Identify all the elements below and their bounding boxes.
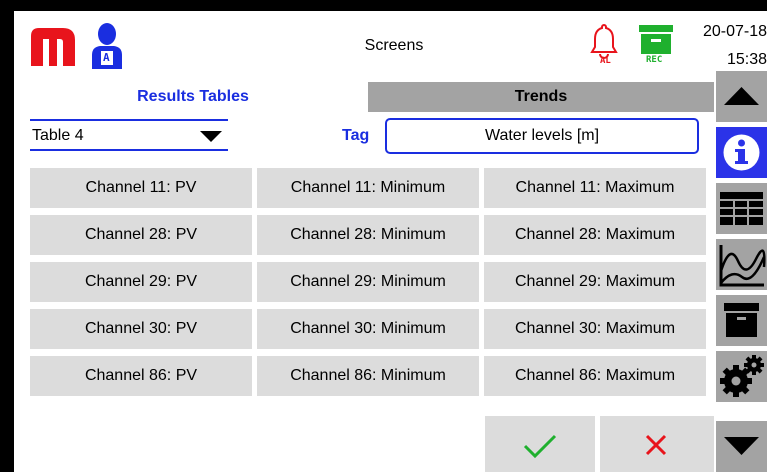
table-view-button[interactable] [716, 183, 767, 234]
trend-view-button[interactable] [716, 239, 767, 290]
tag-input[interactable]: Water levels [m] [385, 118, 699, 154]
tab-trends[interactable]: Trends [368, 82, 714, 112]
grid-cell-ch11-max[interactable]: Channel 11: Maximum [484, 168, 706, 208]
info-icon [723, 134, 760, 171]
archive-icon [724, 303, 759, 337]
record-icon[interactable]: REC [637, 25, 675, 65]
grid-cell-ch86-min[interactable]: Channel 86: Minimum [257, 356, 479, 396]
grid-cell-ch86-max[interactable]: Channel 86: Maximum [484, 356, 706, 396]
grid-cell-ch29-max[interactable]: Channel 29: Maximum [484, 262, 706, 302]
tab-results-tables[interactable]: Results Tables [118, 82, 268, 112]
time-display: 15:38 [726, 51, 767, 68]
grid-cell-ch30-pv[interactable]: Channel 30: PV [30, 309, 252, 349]
table-icon [720, 192, 763, 225]
cancel-button[interactable] [600, 416, 714, 472]
screen: A Screens AL REC 20-07-18 15:38 Results … [14, 11, 767, 472]
table-select-value: Table 4 [32, 127, 84, 144]
grid-cell-ch11-min[interactable]: Channel 11: Minimum [257, 168, 479, 208]
info-button[interactable] [716, 127, 767, 178]
tag-label: Tag [342, 127, 370, 144]
date-display: 20-07-18 [702, 23, 767, 40]
alarm-icon[interactable]: AL [589, 23, 619, 67]
table-select[interactable]: Table 4 [30, 119, 228, 151]
trend-icon [719, 245, 766, 287]
archive-button[interactable] [716, 295, 767, 346]
grid-cell-ch30-min[interactable]: Channel 30: Minimum [257, 309, 479, 349]
alarm-label: AL [600, 56, 611, 66]
scroll-down-icon [724, 437, 759, 455]
grid-cell-ch11-pv[interactable]: Channel 11: PV [30, 168, 252, 208]
grid-cell-ch28-max[interactable]: Channel 28: Maximum [484, 215, 706, 255]
scroll-down-button[interactable] [716, 421, 767, 472]
rec-label: REC [646, 55, 663, 65]
grid-cell-ch28-min[interactable]: Channel 28: Minimum [257, 215, 479, 255]
page-title: Screens [364, 37, 424, 54]
grid-cell-ch86-pv[interactable]: Channel 86: PV [30, 356, 252, 396]
cancel-icon [645, 434, 667, 456]
right-toolbar [716, 71, 767, 472]
user-badge: A [103, 51, 110, 64]
settings-icon [720, 355, 764, 397]
grid-cell-ch30-max[interactable]: Channel 30: Maximum [484, 309, 706, 349]
scroll-up-button[interactable] [716, 71, 767, 122]
dropdown-caret-icon [200, 131, 222, 142]
grid-cell-ch28-pv[interactable]: Channel 28: PV [30, 215, 252, 255]
confirm-button[interactable] [485, 416, 595, 472]
user-icon[interactable]: A [92, 23, 122, 69]
confirm-icon [523, 434, 557, 459]
grid-cell-ch29-pv[interactable]: Channel 29: PV [30, 262, 252, 302]
logo-icon [31, 28, 75, 66]
scroll-up-icon [724, 87, 759, 105]
settings-button[interactable] [716, 351, 767, 402]
grid-cell-ch29-min[interactable]: Channel 29: Minimum [257, 262, 479, 302]
